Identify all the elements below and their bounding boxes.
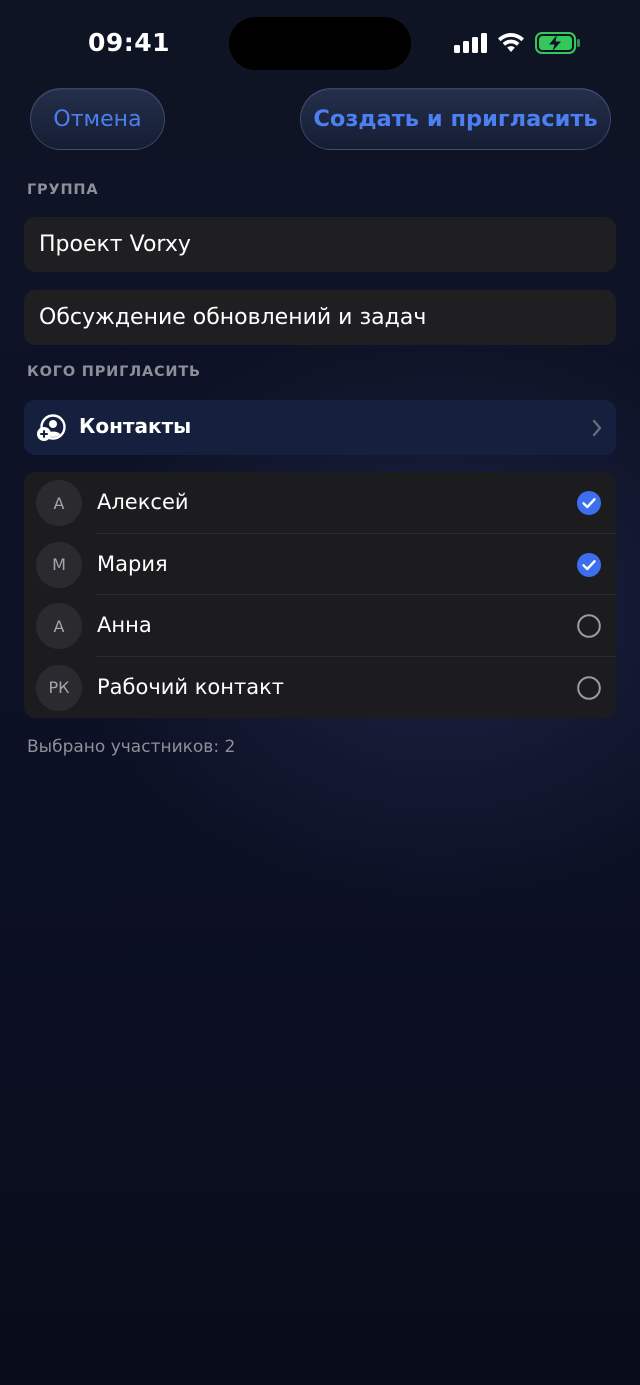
contact-name: Анна	[97, 613, 152, 637]
contact-row-maria[interactable]: М Мария	[24, 534, 616, 595]
contact-row-work-contact[interactable]: РК Рабочий контакт	[24, 657, 616, 719]
contact-name: Мария	[97, 551, 168, 576]
wifi-icon	[498, 33, 524, 52]
chevron-right-icon	[592, 419, 602, 437]
avatar: М	[36, 541, 82, 588]
checkmark-circle-filled-icon[interactable]	[577, 552, 601, 577]
battery-charging-icon	[535, 32, 580, 54]
dynamic-island	[229, 17, 411, 70]
contact-name: Алексей	[97, 490, 189, 514]
cancel-button[interactable]: Отмена	[30, 88, 165, 150]
checkmark-circle-filled-icon[interactable]	[577, 491, 601, 515]
avatar: А	[36, 603, 82, 649]
invite-section-label: КОГО ПРИГЛАСИТЬ	[27, 364, 201, 380]
person-add-icon	[37, 414, 66, 441]
cellular-signal-icon	[454, 33, 488, 53]
status-time: 09:41	[88, 28, 171, 57]
contacts-list: А Алексей М Мария А Анна РК Рабочий конт…	[24, 472, 616, 718]
contacts-label: Контакты	[79, 414, 192, 438]
avatar: А	[36, 480, 82, 526]
empty-circle-icon[interactable]	[577, 675, 601, 700]
group-description-field[interactable]: Обсуждение обновлений и задач	[24, 290, 616, 345]
group-name-field[interactable]: Проект Vorxy	[24, 217, 616, 272]
contact-row-alexey[interactable]: А Алексей	[24, 472, 616, 534]
selected-count-text: Выбрано участников: 2	[27, 737, 236, 757]
create-and-invite-button[interactable]: Создать и пригласить	[300, 88, 611, 150]
empty-circle-icon[interactable]	[577, 614, 601, 638]
avatar: РК	[36, 664, 82, 711]
contact-name: Рабочий контакт	[97, 674, 284, 699]
contact-row-anna[interactable]: А Анна	[24, 595, 616, 657]
contacts-picker-row[interactable]: Контакты	[24, 400, 616, 455]
group-section-label: ГРУППА	[27, 182, 99, 198]
